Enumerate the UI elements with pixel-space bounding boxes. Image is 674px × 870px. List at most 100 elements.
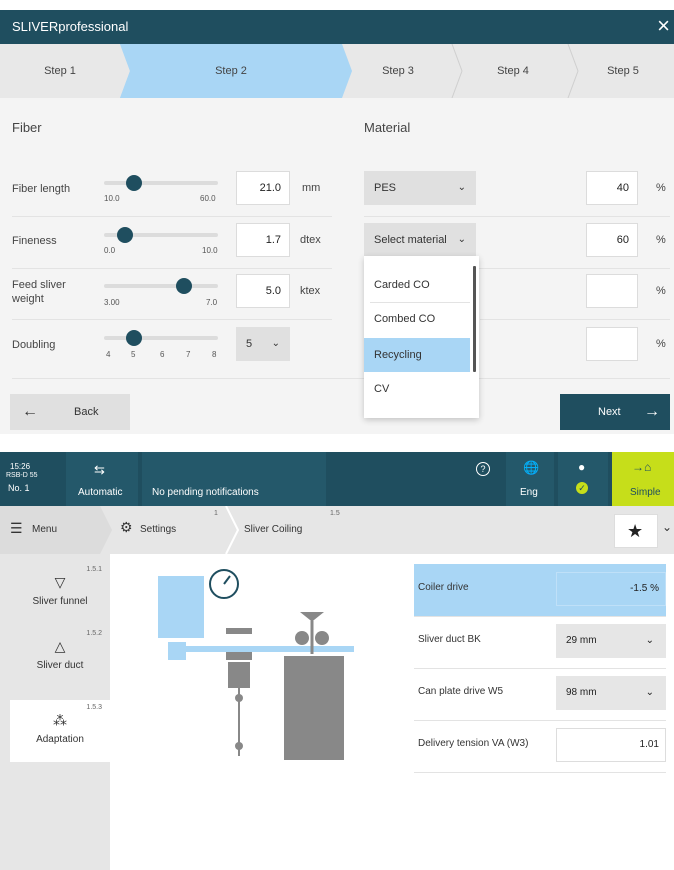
gear-icon: ⚙ xyxy=(120,519,133,535)
material-percent-2[interactable]: 60 xyxy=(586,223,638,257)
step-chevron-icon xyxy=(451,44,463,98)
material-percent-4[interactable] xyxy=(586,327,638,361)
arrow-right-icon: → xyxy=(644,403,660,420)
sliver-duct-bk-value: 29 mm xyxy=(566,635,597,646)
sidebar-item-adaptation[interactable]: 1.5.3 ⁂ Adaptation xyxy=(10,700,110,762)
user-level-button[interactable]: →⌂ Simple xyxy=(612,452,674,506)
percent-unit: % xyxy=(656,234,666,246)
feed-sliver-weight-handle[interactable] xyxy=(176,278,192,294)
fiber-length-label: Fiber length xyxy=(12,183,71,195)
hamburger-icon: ☰ xyxy=(10,520,23,536)
fineness-input[interactable]: 1.7 xyxy=(236,223,290,257)
language-button[interactable]: 🌐 Eng xyxy=(506,452,554,506)
diagram-part xyxy=(300,612,324,620)
step-2[interactable]: Step 2 xyxy=(120,44,342,98)
breadcrumb-chevron-icon xyxy=(96,506,112,554)
breadcrumb-settings[interactable]: ⚙ Settings 1 xyxy=(116,506,226,554)
material-select-2[interactable]: Select material ⌄ xyxy=(364,223,476,257)
sidebar-item-sliver-funnel[interactable]: 1.5.1 ▽ Sliver funnel xyxy=(10,562,110,624)
nav-label: Sliver funnel xyxy=(32,596,88,607)
material-select-2-value: Select material xyxy=(374,234,447,246)
divider xyxy=(12,319,332,320)
adaptation-icon: ⁂ xyxy=(53,712,67,728)
material-percent-1[interactable]: 40 xyxy=(586,171,638,205)
param-row-can-plate-drive: Can plate drive W5 98 mm ⌄ xyxy=(414,668,666,720)
home-arrow-icon: →⌂ xyxy=(632,460,652,474)
material-select-1[interactable]: PES ⌄ xyxy=(364,171,476,205)
machine-hmi: 15:26 RSB-D 55 No. 1 ⇆ Automatic No pend… xyxy=(0,452,674,870)
fiber-heading: Fiber xyxy=(12,120,42,135)
current-page-label: Sliver Coiling xyxy=(244,524,303,535)
wizard-form: Fiber Material Fiber length 10.0 60.0 21… xyxy=(0,98,674,434)
doubling-tick: 5 xyxy=(131,350,136,359)
can-plate-drive-value: 98 mm xyxy=(566,687,597,698)
help-icon: ? xyxy=(476,462,490,476)
diagram-part xyxy=(235,742,243,750)
chevron-down-icon[interactable]: ⌄ xyxy=(662,520,672,534)
fiber-length-input[interactable]: 21.0 xyxy=(236,171,290,205)
fiber-length-handle[interactable] xyxy=(126,175,142,191)
breadcrumb-chevron-icon xyxy=(225,506,240,554)
dropdown-option-carded-co[interactable]: Carded CO xyxy=(364,268,470,302)
dropdown-option-recycling[interactable]: Recycling xyxy=(364,338,470,372)
breadcrumb-current: Sliver Coiling 1.5 xyxy=(244,506,354,554)
wizard-title: SLIVERprofessional xyxy=(12,19,129,34)
check-icon: ✓ xyxy=(576,482,588,494)
dropdown-option-combed-co[interactable]: Combed CO xyxy=(364,302,470,336)
dropdown-option-cv[interactable]: CV xyxy=(364,372,470,406)
status-bar: 15:26 RSB-D 55 No. 1 ⇆ Automatic No pend… xyxy=(0,452,674,506)
doubling-handle[interactable] xyxy=(126,330,142,346)
back-label: Back xyxy=(74,406,99,418)
machine-number: No. 1 xyxy=(8,483,30,493)
dropdown-scrollbar[interactable] xyxy=(473,266,476,372)
percent-unit: % xyxy=(656,285,666,297)
notification-area[interactable]: No pending notifications xyxy=(142,452,326,506)
close-icon[interactable]: × xyxy=(657,14,670,38)
diagram-part xyxy=(295,631,309,645)
next-button[interactable]: Next → xyxy=(560,394,670,430)
chevron-down-icon: ⌄ xyxy=(645,687,654,698)
diagram-part xyxy=(235,694,243,702)
diagram-part xyxy=(158,576,204,638)
sliver-duct-bk-select[interactable]: 29 mm ⌄ xyxy=(556,624,666,658)
nav-label: Adaptation xyxy=(36,734,84,745)
fiber-length-slider[interactable] xyxy=(104,181,218,185)
feed-sliver-weight-slider[interactable] xyxy=(104,284,218,288)
fineness-max: 10.0 xyxy=(202,246,218,255)
wizard-dialog: SLIVERprofessional × Step 1 Step 2 Step … xyxy=(0,10,674,434)
coiler-drive-value: -1.5 % xyxy=(556,572,666,606)
user-icon: ● xyxy=(578,460,586,474)
back-button[interactable]: ← Back xyxy=(10,394,130,430)
mode-label: Automatic xyxy=(78,487,123,498)
material-percent-3[interactable] xyxy=(586,274,638,308)
arrow-left-icon: ← xyxy=(22,403,38,420)
sidebar-item-sliver-duct[interactable]: 1.5.2 △ Sliver duct xyxy=(10,626,110,688)
user-button[interactable]: ● ✓ xyxy=(558,452,608,506)
menu-button[interactable]: ☰ Menu xyxy=(0,506,100,554)
divider xyxy=(12,268,332,269)
chevron-down-icon: ⌄ xyxy=(457,234,466,245)
can-plate-drive-select[interactable]: 98 mm ⌄ xyxy=(556,676,666,710)
percent-unit: % xyxy=(656,338,666,350)
delivery-tension-input[interactable]: 1.01 xyxy=(556,728,666,762)
doubling-select[interactable]: 5 ⌄ xyxy=(236,327,290,361)
fineness-unit: dtex xyxy=(300,234,321,246)
param-label: Sliver duct BK xyxy=(418,634,481,645)
doubling-slider[interactable] xyxy=(104,336,218,340)
machine-info: 15:26 RSB-D 55 No. 1 xyxy=(0,452,62,506)
mode-button[interactable]: ⇆ Automatic xyxy=(66,452,138,506)
nav-label: Sliver duct xyxy=(36,660,84,671)
param-label: Delivery tension VA (W3) xyxy=(418,738,529,749)
favorite-button[interactable]: ★ xyxy=(614,514,658,548)
help-button[interactable]: ? xyxy=(462,452,504,506)
main-content: Coiler drive -1.5 % Sliver duct BK 29 mm… xyxy=(110,554,674,870)
fineness-handle[interactable] xyxy=(117,227,133,243)
step-1[interactable]: Step 1 xyxy=(0,44,120,98)
diagram-part xyxy=(184,646,354,652)
material-select-1-value: PES xyxy=(374,182,397,194)
wizard-titlebar: SLIVERprofessional × xyxy=(0,10,674,44)
language-label: Eng xyxy=(520,487,538,498)
param-row-coiler-drive: Coiler drive -1.5 % xyxy=(414,564,666,616)
clock: 15:26 xyxy=(10,462,31,471)
feed-sliver-weight-input[interactable]: 5.0 xyxy=(236,274,290,308)
